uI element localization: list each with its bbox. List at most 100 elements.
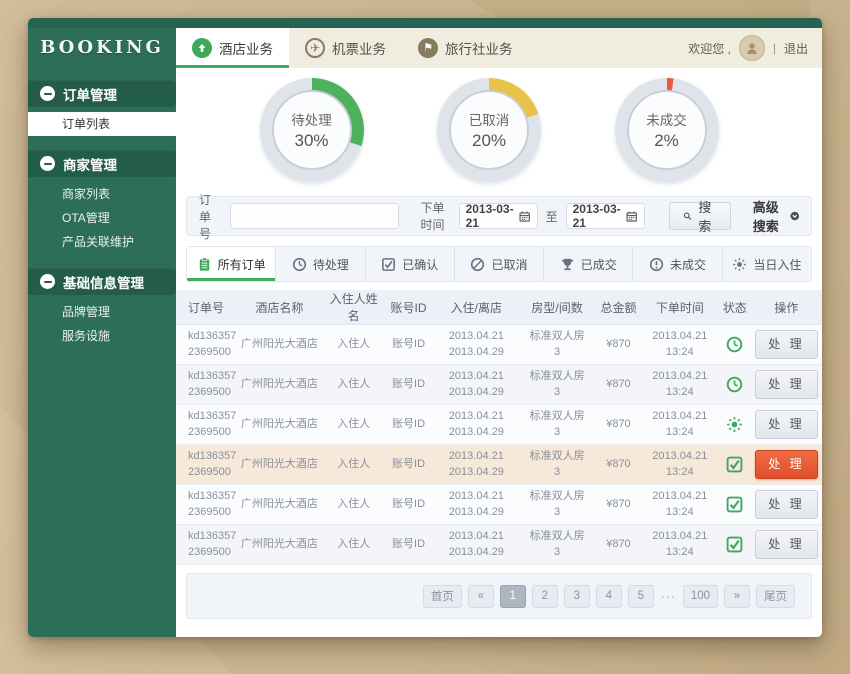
column-header: 酒店名称 bbox=[234, 290, 324, 325]
advanced-search-toggle[interactable]: 高级搜索 bbox=[753, 197, 799, 235]
page-button[interactable]: 尾页 bbox=[756, 585, 795, 608]
cell-amount: ¥870 bbox=[596, 485, 641, 525]
clock-icon bbox=[292, 257, 307, 272]
clipboard-icon bbox=[197, 257, 212, 272]
sidebar-item[interactable]: 品牌管理 bbox=[28, 300, 176, 324]
cell-order-no: kd1363572369500 bbox=[176, 485, 234, 525]
logout-link[interactable]: 退出 bbox=[784, 40, 808, 57]
cell-order-time: 2013.04.2113:24 bbox=[641, 405, 719, 445]
filter-tab[interactable]: 未成交 bbox=[633, 247, 722, 281]
cell-amount: ¥870 bbox=[596, 445, 641, 485]
plane-icon: ✈ bbox=[305, 38, 325, 58]
process-button[interactable]: 处 理 bbox=[755, 370, 817, 399]
cell-action: 处 理 bbox=[751, 365, 822, 405]
process-button[interactable]: 处 理 bbox=[755, 410, 817, 439]
avatar[interactable] bbox=[739, 35, 765, 61]
status-filter-tabs: 所有订单 待处理 已确认 已取消 已成交 bbox=[186, 246, 812, 282]
status-clock-icon bbox=[726, 376, 743, 393]
table-row: kd1363572369500 广州阳光大酒店 入住人 账号ID 2013.04… bbox=[176, 325, 822, 365]
cell-guest-name: 入住人 bbox=[325, 525, 383, 565]
table-row: kd1363572369500 广州阳光大酒店 入住人 账号ID 2013.04… bbox=[176, 445, 822, 485]
exclaim-icon bbox=[649, 257, 664, 272]
donut-label: 已取消 bbox=[469, 109, 510, 129]
cell-status bbox=[719, 445, 751, 485]
filter-tab[interactable]: 所有订单 bbox=[187, 247, 276, 281]
column-header: 入住/离店 bbox=[434, 290, 518, 325]
nav-tab[interactable]: ✈ ⚑ 旅行社业务 bbox=[402, 28, 529, 68]
process-button[interactable]: 处 理 bbox=[755, 450, 817, 479]
person-icon bbox=[744, 40, 760, 56]
filter-tab[interactable]: 已取消 bbox=[455, 247, 544, 281]
sidebar-group: 基础信息管理 品牌管理服务设施 bbox=[28, 268, 176, 350]
welcome-text: 欢迎您 , bbox=[688, 40, 731, 57]
cell-amount: ¥870 bbox=[596, 325, 641, 365]
summary-donuts: 待处理 30% 已取消 20% 未成交 2% bbox=[176, 68, 822, 192]
cell-action: 处 理 bbox=[751, 325, 822, 365]
cell-account-id: 账号ID bbox=[383, 405, 435, 445]
sidebar-item[interactable]: 产品关联维护 bbox=[28, 230, 176, 254]
cell-status bbox=[719, 485, 751, 525]
page-button[interactable]: 首页 bbox=[423, 585, 462, 608]
column-header: 下单时间 bbox=[641, 290, 719, 325]
nav-tab[interactable]: ✈ ⚑ 酒店业务 bbox=[176, 28, 289, 68]
sidebar-group-header[interactable]: 基础信息管理 bbox=[28, 268, 176, 295]
date-from-picker[interactable]: 2013-03-21 bbox=[459, 203, 538, 229]
filter-tab[interactable]: 已确认 bbox=[366, 247, 455, 281]
sidebar-item[interactable]: OTA管理 bbox=[28, 206, 176, 230]
collapse-minus-icon bbox=[40, 274, 55, 289]
search-button[interactable]: 搜 索 bbox=[669, 202, 731, 230]
date-to-value: 2013-03-21 bbox=[573, 202, 627, 230]
cell-account-id: 账号ID bbox=[383, 485, 435, 525]
process-button[interactable]: 处 理 bbox=[755, 490, 817, 519]
filter-tab-label: 待处理 bbox=[313, 256, 349, 273]
hotel-up-arrow-icon bbox=[192, 38, 212, 58]
cell-status bbox=[719, 325, 751, 365]
donut-percent: 30% bbox=[294, 131, 328, 151]
page-button[interactable]: 1 bbox=[500, 585, 526, 608]
cell-order-time: 2013.04.2113:24 bbox=[641, 525, 719, 565]
process-button[interactable]: 处 理 bbox=[755, 330, 817, 359]
sidebar-group-header[interactable]: 订单管理 bbox=[28, 80, 176, 107]
to-label: 至 bbox=[546, 208, 558, 225]
column-header: 入住人姓名 bbox=[325, 290, 383, 325]
table-row: kd1363572369500 广州阳光大酒店 入住人 账号ID 2013.04… bbox=[176, 485, 822, 525]
page-button[interactable]: » bbox=[724, 585, 750, 608]
page-button[interactable]: « bbox=[468, 585, 494, 608]
sidebar-item[interactable]: 商家列表 bbox=[28, 182, 176, 206]
search-icon bbox=[683, 209, 692, 223]
page-button[interactable]: 2 bbox=[532, 585, 558, 608]
order-no-input[interactable] bbox=[230, 203, 399, 229]
date-to-picker[interactable]: 2013-03-21 bbox=[566, 203, 645, 229]
sidebar-item[interactable]: 订单列表 bbox=[28, 112, 176, 136]
cell-room-type: 标准双人房3 bbox=[518, 445, 596, 485]
cell-status bbox=[719, 525, 751, 565]
process-button[interactable]: 处 理 bbox=[755, 530, 817, 559]
sidebar-group: 商家管理 商家列表OTA管理产品关联维护 bbox=[28, 150, 176, 256]
page-button[interactable]: 3 bbox=[564, 585, 590, 608]
chevron-down-icon bbox=[790, 208, 799, 224]
sidebar-item[interactable]: 服务设施 bbox=[28, 324, 176, 348]
cell-room-type: 标准双人房3 bbox=[518, 405, 596, 445]
filter-tab[interactable]: 已成交 bbox=[544, 247, 633, 281]
cell-stay-dates: 2013.04.212013.04.29 bbox=[434, 405, 518, 445]
filter-tab[interactable]: 待处理 bbox=[276, 247, 365, 281]
cell-order-no: kd1363572369500 bbox=[176, 365, 234, 405]
page-button[interactable]: 100 bbox=[683, 585, 718, 608]
cell-stay-dates: 2013.04.212013.04.29 bbox=[434, 485, 518, 525]
page-button[interactable]: 4 bbox=[596, 585, 622, 608]
column-header: 总金额 bbox=[596, 290, 641, 325]
cell-account-id: 账号ID bbox=[383, 525, 435, 565]
cell-account-id: 账号ID bbox=[383, 325, 435, 365]
page-button[interactable]: 5 bbox=[628, 585, 654, 608]
sidebar-group-header[interactable]: 商家管理 bbox=[28, 150, 176, 177]
cell-room-type: 标准双人房3 bbox=[518, 365, 596, 405]
column-header: 账号ID bbox=[383, 290, 435, 325]
cell-order-no: kd1363572369500 bbox=[176, 525, 234, 565]
column-header: 状态 bbox=[719, 290, 751, 325]
nav-tab-label: 机票业务 bbox=[332, 38, 386, 58]
filter-tab[interactable]: 当日入住 bbox=[723, 247, 811, 281]
status-check-icon bbox=[726, 536, 743, 553]
status-check-icon bbox=[726, 456, 743, 473]
nav-tab[interactable]: ✈ ⚑ 机票业务 bbox=[289, 28, 402, 68]
cell-action: 处 理 bbox=[751, 405, 822, 445]
